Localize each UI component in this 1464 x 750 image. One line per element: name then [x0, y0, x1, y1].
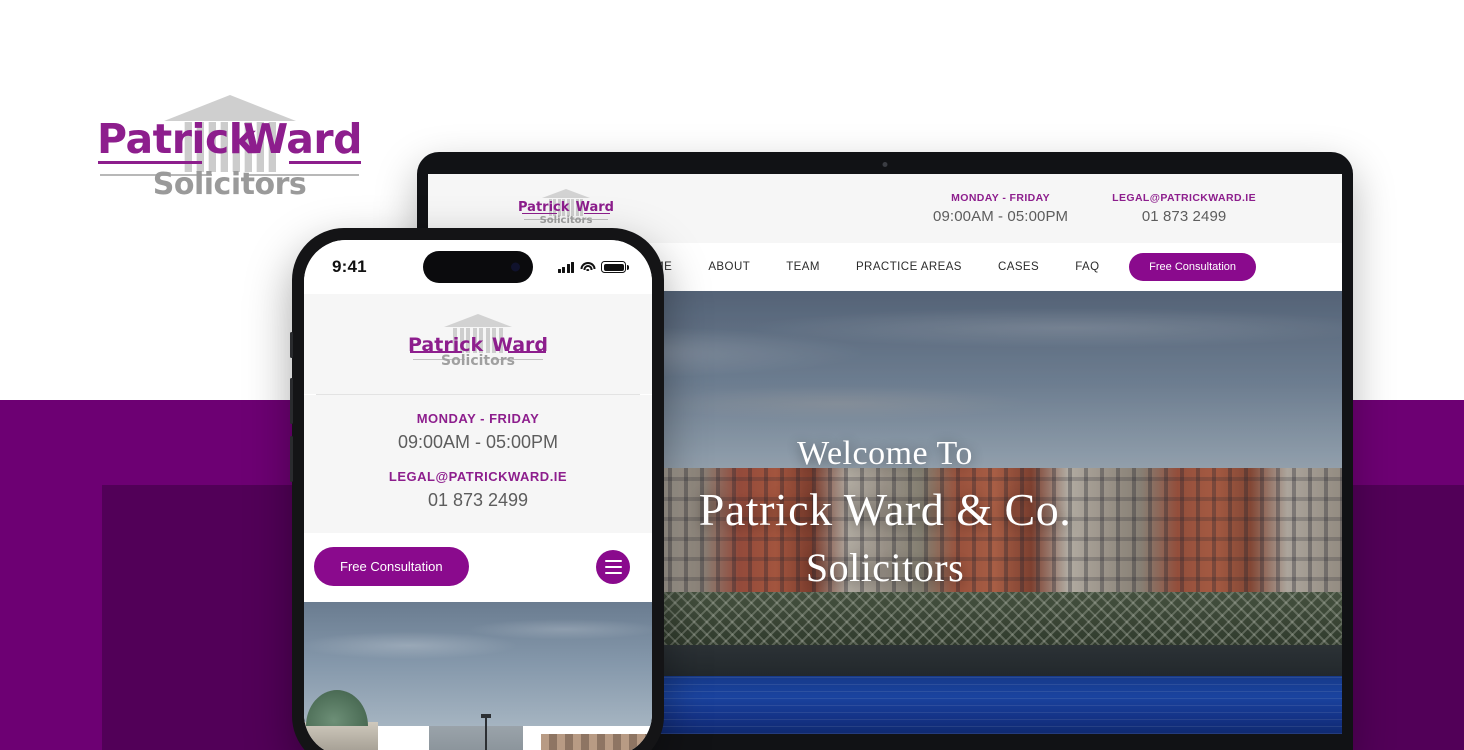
phone-volume-down-button[interactable]	[290, 436, 293, 482]
status-indicators	[557, 261, 629, 273]
phone-hours-label: MONDAY - FRIDAY	[416, 411, 540, 426]
site-logo-tagline: Solicitors	[539, 215, 593, 226]
mockup-stage: Patrick Ward Solicitors Patrick Ward Sol…	[0, 0, 1464, 750]
status-time: 9:41	[332, 257, 367, 276]
email-label[interactable]: LEGAL@PATRICKWARD.IE	[1112, 192, 1256, 204]
site-logo-underline-right	[584, 213, 610, 214]
nav-item-cases[interactable]: CASES	[998, 261, 1039, 273]
phone-value[interactable]: 01 873 2499	[1112, 208, 1256, 225]
phone-silent-switch[interactable]	[290, 332, 293, 358]
hours-label: MONDAY - FRIDAY	[951, 192, 1051, 204]
laptop-camera-icon	[882, 162, 888, 167]
nav-item-team[interactable]: TEAM	[786, 261, 820, 273]
front-camera-icon	[511, 262, 520, 272]
logo-underline-right	[289, 161, 361, 164]
site-logo-underline-left	[522, 213, 557, 214]
topbar-hours: MONDAY - FRIDAY 09:00AM - 05:00PM	[933, 192, 1068, 225]
phone-logo[interactable]: Patrick Ward Solicitors	[408, 314, 548, 376]
nav-item-about[interactable]: ABOUT	[708, 261, 750, 273]
wifi-icon	[580, 261, 595, 273]
phone-action-bar: Free Consultation	[304, 533, 652, 602]
brand-logo: Patrick Ward Solicitors	[97, 95, 363, 205]
phone-device: 9:41 Patrick Ward Solicitors MONDAY - FR…	[290, 228, 664, 750]
brand-name-first: Patrick	[97, 115, 256, 163]
phone-logo-section: Patrick Ward Solicitors	[304, 294, 652, 394]
battery-icon	[601, 261, 629, 273]
topbar-contact: LEGAL@PATRICKWARD.IE 01 873 2499	[1112, 192, 1256, 225]
phone-logo-tagline: Solicitors	[441, 353, 515, 369]
cellular-signal-icon	[557, 261, 574, 273]
nav-item-practice-areas[interactable]: PRACTICE AREAS	[856, 261, 962, 273]
phone-free-consultation-button[interactable]: Free Consultation	[314, 547, 469, 586]
phone-phone-value[interactable]: 01 873 2499	[304, 490, 652, 511]
phone-volume-up-button[interactable]	[290, 378, 293, 424]
phone-email-label[interactable]: LEGAL@PATRICKWARD.IE	[304, 469, 652, 484]
topbar-contact-info: MONDAY - FRIDAY 09:00AM - 05:00PM LEGAL@…	[933, 192, 1324, 225]
phone-hero: Welcome To	[304, 602, 652, 750]
phone-contact-info: MONDAY - FRIDAY 09:00AM - 05:00PM LEGAL@…	[304, 395, 652, 533]
hamburger-menu-icon[interactable]	[596, 549, 630, 584]
site-header-logo[interactable]: Patrick Ward Solicitors	[518, 188, 614, 230]
nav-item-faq[interactable]: FAQ	[1075, 261, 1099, 273]
phone-screen: 9:41 Patrick Ward Solicitors MONDAY - FR…	[304, 240, 652, 750]
phone-hours-value: 09:00AM - 05:00PM	[397, 432, 559, 452]
hours-value: 09:00AM - 05:00PM	[933, 208, 1069, 225]
brand-tagline: Solicitors	[152, 167, 307, 202]
free-consultation-button[interactable]: Free Consultation	[1129, 253, 1256, 281]
logo-underline-left	[98, 161, 202, 164]
dynamic-island	[423, 251, 533, 283]
nav-items: HOME ABOUT TEAM PRACTICE AREAS CASES FAQ…	[636, 261, 1193, 273]
brand-name-last: Ward	[243, 115, 363, 163]
